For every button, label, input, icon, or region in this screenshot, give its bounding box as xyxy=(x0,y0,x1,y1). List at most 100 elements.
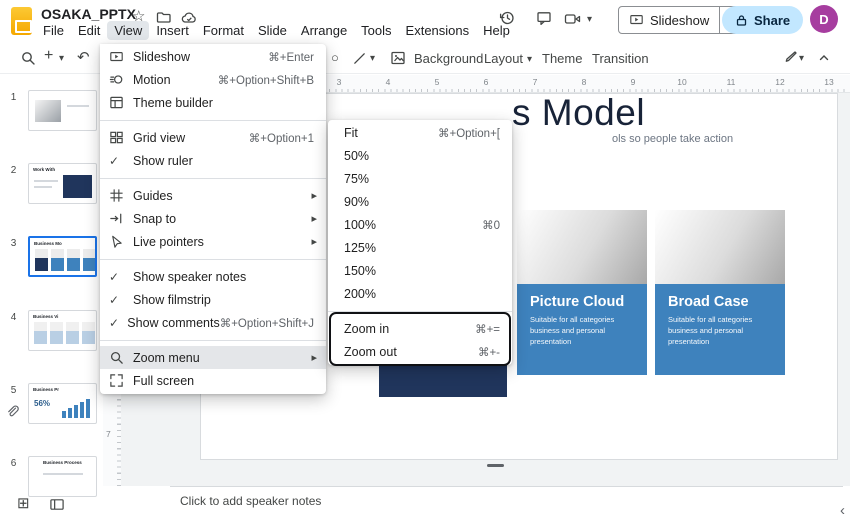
collapse-panel-icon[interactable]: ‹ xyxy=(840,502,845,519)
slide-thumbnail-6[interactable]: Business Process xyxy=(28,456,97,497)
card-image xyxy=(517,210,647,284)
motion-icon xyxy=(109,72,133,87)
layout-button[interactable]: Layout xyxy=(484,51,523,66)
thumb-decoration xyxy=(50,322,63,344)
menu-item-show-ruler[interactable]: ✓ Show ruler xyxy=(100,149,326,172)
menu-item-zoom-150[interactable]: 150% xyxy=(328,259,512,282)
filmstrip-view-icon[interactable] xyxy=(49,497,65,512)
menu-separator xyxy=(328,310,512,312)
guides-icon xyxy=(109,188,133,203)
horizontal-scrollbar-thumb[interactable] xyxy=(487,464,504,467)
ruler-number: 9 xyxy=(630,77,636,87)
menu-extensions[interactable]: Extensions xyxy=(399,21,477,40)
pen-tool-caret-icon[interactable]: ▾ xyxy=(799,53,804,64)
pen-tool-icon[interactable] xyxy=(782,50,798,66)
zoom-add-icon[interactable]: + xyxy=(44,47,53,65)
transition-button[interactable]: Transition xyxy=(592,51,649,66)
menu-item-zoom-100[interactable]: 100% ⌘0 xyxy=(328,213,512,236)
speaker-notes-divider[interactable] xyxy=(170,486,843,487)
menu-item-live-pointers[interactable]: Live pointers ▸ xyxy=(100,230,326,253)
speaker-notes-placeholder[interactable]: Click to add speaker notes xyxy=(180,494,321,508)
menu-arrange[interactable]: Arrange xyxy=(294,21,354,40)
menu-item-fit[interactable]: Fit ⌘+Option+[ xyxy=(328,121,512,144)
thumb-title: Business Pr xyxy=(33,387,60,392)
search-icon[interactable] xyxy=(20,50,36,66)
theme-builder-icon xyxy=(109,95,133,110)
undo-icon[interactable]: ↶ xyxy=(77,48,90,66)
slides-logo xyxy=(11,7,32,35)
menu-item-snap-to[interactable]: Snap to ▸ xyxy=(100,207,326,230)
image-tool-icon[interactable] xyxy=(390,50,406,66)
menu-item-slideshow[interactable]: Slideshow ⌘+Enter xyxy=(100,45,326,68)
menu-insert[interactable]: Insert xyxy=(149,21,196,40)
comments-icon[interactable] xyxy=(536,10,552,26)
menu-item-zoom-90[interactable]: 90% xyxy=(328,190,512,213)
menu-item-zoom-out[interactable]: Zoom out ⌘+- xyxy=(328,340,512,363)
slide-thumbnail-4[interactable]: Business Vi xyxy=(28,310,97,351)
card-title: Broad Case xyxy=(668,294,749,310)
slide-card-broad-case[interactable]: Broad Case Suitable for all categories b… xyxy=(655,210,785,375)
google-slides-window: OSAKA_PPTX ☆ File Edit View Insert Forma… xyxy=(0,0,850,528)
menu-item-zoom-75[interactable]: 75% xyxy=(328,167,512,190)
submenu-arrow-icon: ▸ xyxy=(311,236,317,248)
menu-tools[interactable]: Tools xyxy=(354,21,398,40)
layout-caret-icon[interactable]: ▾ xyxy=(527,54,532,65)
grid-view-icon[interactable]: ⊞ xyxy=(17,494,30,512)
check-icon: ✓ xyxy=(109,292,120,307)
ruler-number: 4 xyxy=(385,77,391,87)
slide-thumbnail-3[interactable]: Business Mo xyxy=(28,236,97,277)
menu-item-zoom-menu[interactable]: Zoom menu ▸ xyxy=(100,346,326,369)
slideshow-button-label: Slideshow xyxy=(650,12,710,28)
document-title[interactable]: OSAKA_PPTX xyxy=(41,6,136,22)
meeting-caret-icon[interactable]: ▾ xyxy=(587,14,592,25)
menu-item-show-speaker-notes[interactable]: ✓ Show speaker notes xyxy=(100,265,326,288)
background-button[interactable]: Background xyxy=(414,51,483,66)
version-history-icon[interactable] xyxy=(498,9,516,27)
menu-item-show-filmstrip[interactable]: ✓ Show filmstrip xyxy=(100,288,326,311)
slide-thumbnail-2[interactable]: Work With xyxy=(28,163,97,204)
slide-subtitle-text[interactable]: ols so people take action xyxy=(612,133,733,145)
ruler-number: 5 xyxy=(434,77,440,87)
menu-item-motion[interactable]: Motion ⌘+Option+Shift+B xyxy=(100,68,326,91)
collapse-toolbar-icon[interactable] xyxy=(818,52,830,64)
menu-item-zoom-200[interactable]: 200% xyxy=(328,282,512,305)
zoom-add-caret-icon[interactable]: ▾ xyxy=(59,53,64,64)
share-button[interactable]: Share xyxy=(722,6,804,34)
grid-view-icon xyxy=(109,130,133,145)
slide-thumbnail-1[interactable] xyxy=(28,90,97,131)
thumb-decoration xyxy=(34,322,47,344)
thumb-bar-chart xyxy=(62,399,90,418)
menu-item-zoom-in[interactable]: Zoom in ⌘+= xyxy=(328,317,512,340)
menu-item-zoom-50[interactable]: 50% xyxy=(328,144,512,167)
line-tool-caret-icon[interactable]: ▾ xyxy=(370,53,375,64)
menu-format[interactable]: Format xyxy=(196,21,251,40)
menu-item-grid-view[interactable]: Grid view ⌘+Option+1 xyxy=(100,126,326,149)
ruler-number: 7 xyxy=(532,77,538,87)
thumb-decoration xyxy=(66,322,79,344)
menu-item-guides[interactable]: Guides ▸ xyxy=(100,184,326,207)
zoom-icon xyxy=(109,350,133,365)
theme-button[interactable]: Theme xyxy=(542,51,582,66)
slide-title-text[interactable]: s Model xyxy=(512,92,645,134)
menu-file[interactable]: File xyxy=(36,21,71,40)
slide-thumbnail-5[interactable]: Business Pr 56% xyxy=(28,383,97,424)
thumb-decoration xyxy=(83,249,95,271)
thumb-title: Business Mo xyxy=(34,241,62,246)
submenu-arrow-icon: ▸ xyxy=(311,352,317,364)
share-button-label: Share xyxy=(754,12,791,28)
menu-edit[interactable]: Edit xyxy=(71,21,107,40)
menu-item-theme-builder[interactable]: Theme builder xyxy=(100,91,326,114)
line-tool-icon[interactable] xyxy=(352,51,367,66)
menu-slide[interactable]: Slide xyxy=(251,21,294,40)
menu-item-zoom-125[interactable]: 125% xyxy=(328,236,512,259)
present-to-meeting-icon[interactable] xyxy=(564,11,581,27)
shape-tool-icon[interactable]: ○ xyxy=(331,50,339,65)
avatar[interactable]: D xyxy=(810,5,838,33)
ruler-number: 13 xyxy=(824,77,834,87)
menu-item-full-screen[interactable]: Full screen xyxy=(100,369,326,392)
ruler-number: 7 xyxy=(106,429,111,439)
slide-card-picture-cloud[interactable]: Picture Cloud Suitable for all categorie… xyxy=(517,210,647,375)
menu-view[interactable]: View xyxy=(107,21,150,40)
menu-item-show-comments[interactable]: ✓ Show comments ⌘+Option+Shift+J xyxy=(100,311,326,334)
menu-separator xyxy=(100,258,326,260)
